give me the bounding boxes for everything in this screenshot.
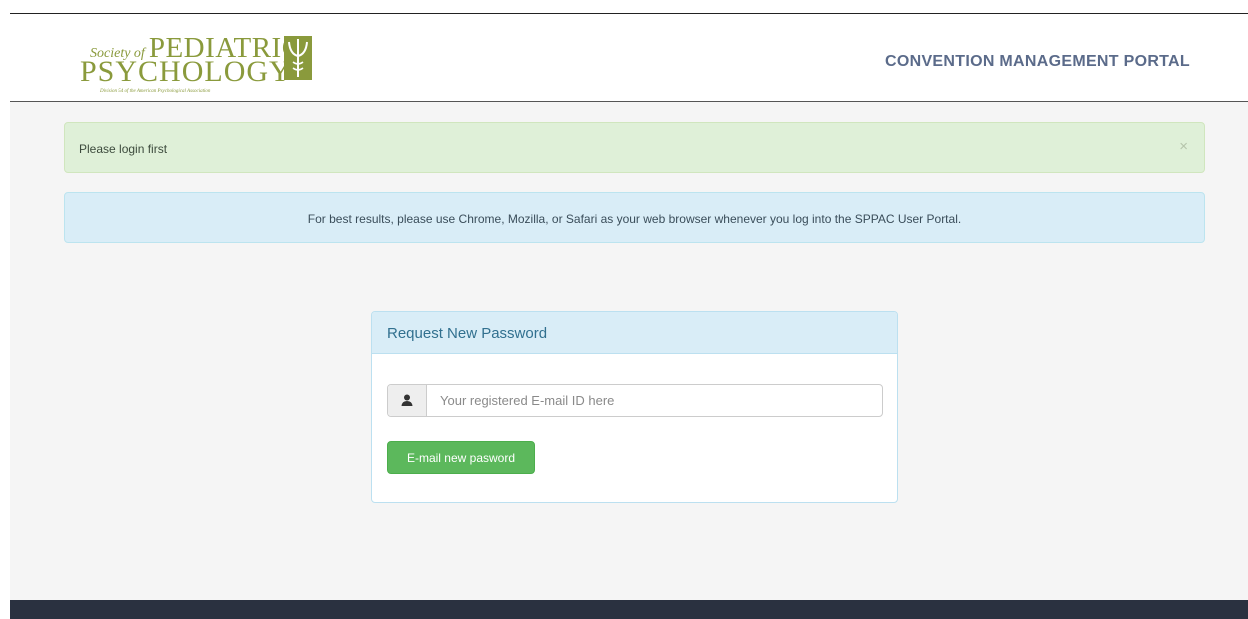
info-message: For best results, please use Chrome, Moz… [307, 212, 962, 226]
user-icon [388, 385, 427, 416]
email-field[interactable] [427, 385, 882, 416]
footer [10, 600, 1248, 619]
email-new-password-button[interactable]: E-mail new pasword [387, 441, 535, 474]
alert-message: Please login first [79, 142, 168, 156]
site-logo[interactable]: Society of PEDIATRIC PSYCHOLOGY Division… [80, 32, 330, 94]
email-input-group [387, 384, 883, 417]
close-icon[interactable]: × [1179, 138, 1188, 155]
browser-info-alert: For best results, please use Chrome, Moz… [64, 192, 1205, 243]
panel-title: Request New Password [387, 325, 548, 342]
portal-title: CONVENTION MANAGEMENT PORTAL [885, 53, 1190, 70]
request-password-panel: Request New Password E-mail new pasword [371, 311, 898, 503]
logo-tagline: Division 54 of the American Psychologica… [100, 89, 211, 94]
logo-psychology: PSYCHOLOGY [80, 55, 292, 88]
caduceus-emblem-icon [284, 36, 312, 80]
main-content: Please login first × For best results, p… [10, 102, 1248, 600]
login-required-alert: Please login first × [64, 122, 1205, 173]
header: Society of PEDIATRIC PSYCHOLOGY Division… [10, 14, 1248, 102]
panel-heading: Request New Password [372, 312, 897, 354]
